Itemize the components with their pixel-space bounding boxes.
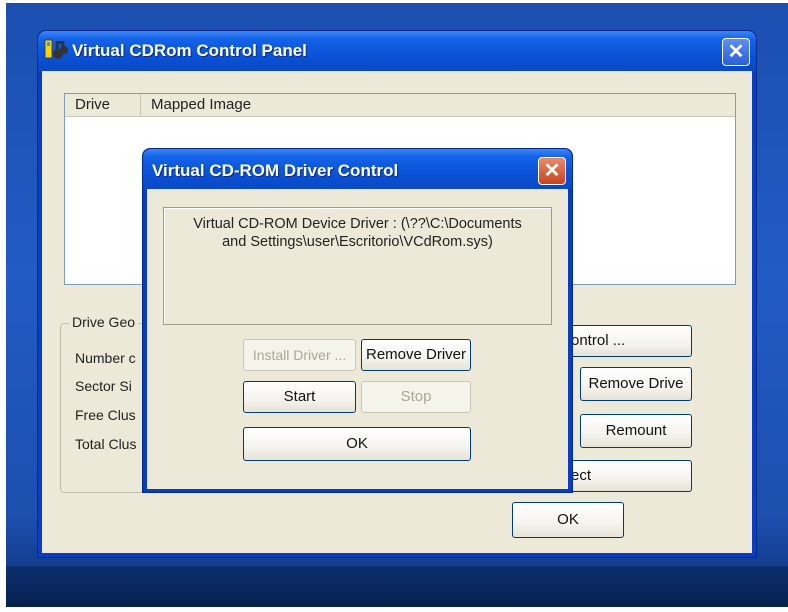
main-titlebar[interactable]: Virtual CDRom Control Panel ✕: [38, 31, 756, 71]
main-window-title: Virtual CDRom Control Panel: [72, 41, 307, 60]
desktop-footer: [6, 566, 788, 607]
number-label: Number c: [75, 350, 136, 366]
driver-path-line-2: and Settings\user\Escritorio\VCdRom.sys): [222, 234, 493, 250]
start-button[interactable]: Start: [243, 381, 356, 413]
remove-driver-button[interactable]: Remove Driver: [361, 339, 471, 371]
remount-button[interactable]: Remount: [580, 414, 692, 448]
cd-music-icon: [44, 39, 68, 59]
close-icon: ✕: [727, 41, 745, 63]
column-header-mapped-image[interactable]: Mapped Image: [141, 94, 735, 116]
driver-path-line-1: Virtual CD-ROM Device Driver : (\??\C:\D…: [193, 216, 522, 232]
driver-control-dialog: Virtual CD-ROM Driver Control ✕ Virtual …: [143, 149, 572, 492]
close-icon: ✕: [543, 160, 561, 182]
dialog-titlebar[interactable]: Virtual CD-ROM Driver Control ✕: [143, 149, 572, 189]
drive-list-header: Drive Mapped Image: [65, 94, 735, 117]
dialog-title: Virtual CD-ROM Driver Control: [152, 161, 399, 180]
install-driver-button[interactable]: Install Driver ...: [243, 339, 356, 371]
free-clusters-label: Free Clus: [75, 407, 136, 423]
dialog-close-button[interactable]: ✕: [538, 157, 566, 185]
stop-button[interactable]: Stop: [361, 381, 471, 413]
driver-path-box: Virtual CD-ROM Device Driver : (\??\C:\D…: [163, 207, 552, 325]
drive-geometry-label: Drive Geo: [69, 314, 139, 330]
sector-size-label: Sector Si: [75, 378, 132, 394]
dialog-ok-button[interactable]: OK: [243, 427, 471, 461]
remove-drive-button[interactable]: Remove Drive: [580, 367, 692, 401]
column-header-drive[interactable]: Drive: [65, 94, 141, 116]
dialog-client-area: Virtual CD-ROM Device Driver : (\??\C:\D…: [147, 189, 568, 489]
main-ok-button[interactable]: OK: [512, 502, 624, 538]
main-close-button[interactable]: ✕: [722, 38, 750, 66]
total-clusters-label: Total Clus: [75, 436, 137, 452]
